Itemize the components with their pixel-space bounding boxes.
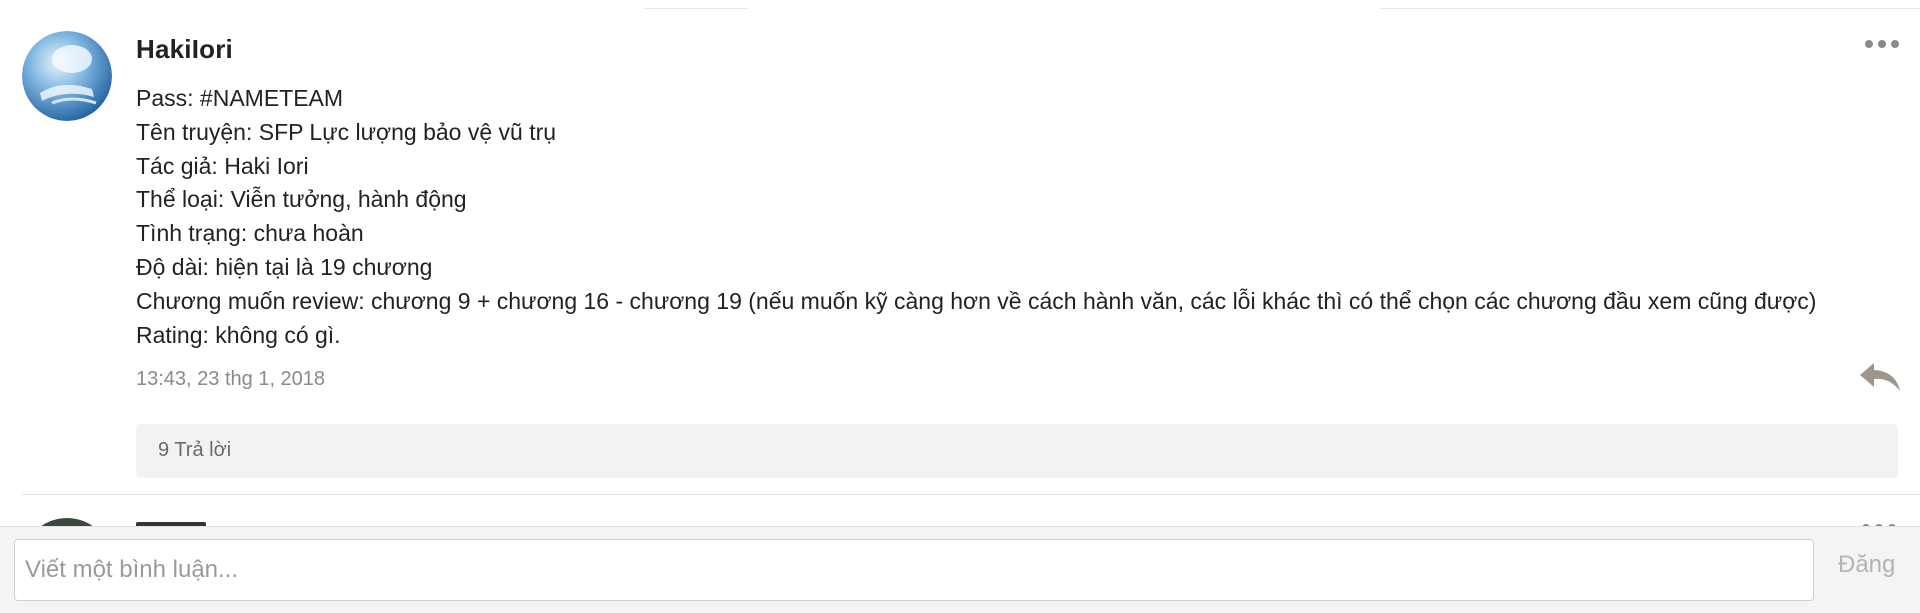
compose-bar: Đăng bbox=[0, 526, 1920, 613]
comment-line: Tên truyện: SFP Lực lượng bảo vệ vũ trụ bbox=[136, 118, 557, 145]
comment-input[interactable] bbox=[14, 539, 1814, 601]
comment-line: Thể loại: Viễn tưởng, hành động bbox=[136, 186, 467, 213]
comment-body: Pass: #NAMETEAM Tên truyện: SFP Lực lượn… bbox=[136, 82, 1816, 352]
reply-button[interactable] bbox=[1858, 360, 1902, 394]
comment-line: Pass: #NAMETEAM bbox=[136, 85, 344, 111]
avatar-image bbox=[22, 31, 112, 121]
comment-line: Tình trạng: chưa hoàn bbox=[136, 220, 364, 247]
avatar[interactable] bbox=[22, 31, 112, 121]
comment-line: Độ dài: hiện tại là 19 chương bbox=[136, 253, 433, 280]
comment-timestamp: 13:43, 23 thg 1, 2018 bbox=[136, 368, 326, 390]
comment-item: HakiIori Pass: #NAMETEAM Tên truyện: SFP… bbox=[0, 0, 1920, 612]
replies-count-label: 9 Trả lời bbox=[158, 439, 232, 461]
comment-divider bbox=[22, 494, 1920, 495]
more-horizontal-icon bbox=[1865, 40, 1899, 48]
comment-line: Tác giả: Haki Iori bbox=[136, 152, 309, 179]
comment-line: Chương muốn review: chương 9 + chương 16… bbox=[136, 287, 1817, 314]
comment-line: Rating: không có gì. bbox=[136, 321, 341, 348]
view-replies-button[interactable]: 9 Trả lời bbox=[136, 424, 1898, 478]
more-options-button[interactable] bbox=[1860, 36, 1904, 52]
post-button[interactable]: Đăng bbox=[1838, 551, 1895, 579]
reply-arrow-icon bbox=[1860, 363, 1900, 391]
comment-author[interactable]: HakiIori bbox=[136, 34, 233, 65]
